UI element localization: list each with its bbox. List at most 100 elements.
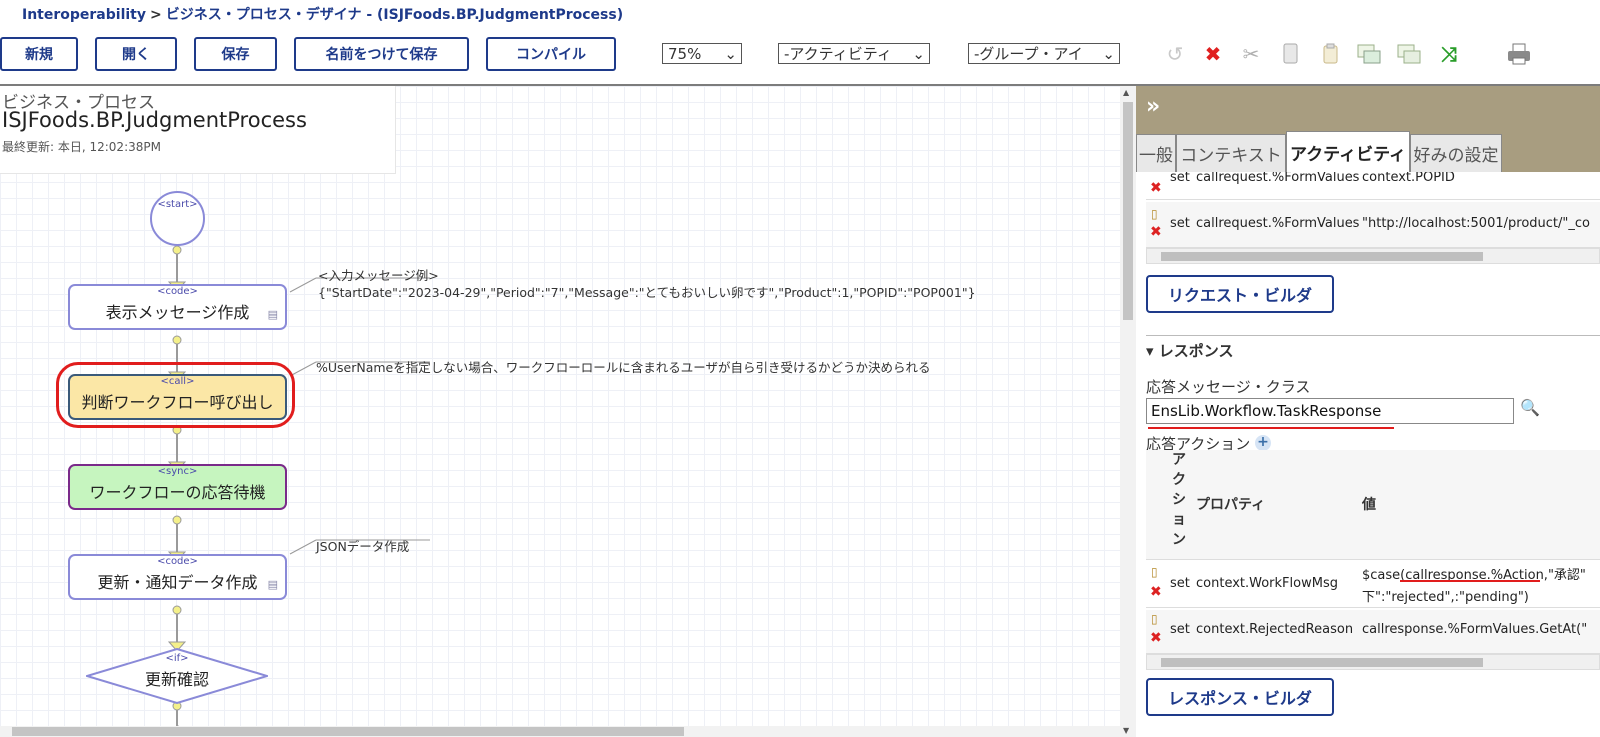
row-property: context.WorkFlowMsg (1196, 576, 1338, 591)
node-tag: <call> (160, 376, 195, 387)
request-action-row[interactable]: ▯ ✖ set callrequest.%FormValues "http://… (1146, 202, 1600, 248)
delete-icon[interactable]: ✖ (1200, 40, 1226, 68)
scrollbar-thumb[interactable] (1123, 102, 1133, 320)
row-value-line2: 下":"rejected",:"pending") (1362, 590, 1529, 605)
breadcrumb-separator: > (150, 7, 162, 23)
response-action-row[interactable]: ▯ ✖ set context.WorkFlowMsg $case(callre… (1146, 562, 1600, 608)
annotation-input-example: {"StartDate":"2023-04-29","Period":"7","… (318, 285, 976, 300)
group-select-value: -グループ・アイ (974, 45, 1083, 63)
activity-select-value: -アクティビティ (784, 45, 892, 63)
code-node-update-data[interactable]: <code> 更新・通知データ作成 ▤ (68, 554, 287, 600)
breadcrumb: Interoperability > ビジネス・プロセス・デザイナ - (ISJFo… (22, 4, 623, 24)
row-action: set (1170, 622, 1190, 637)
row-property: context.RejectedReason (1196, 622, 1354, 637)
row-action: set (1170, 216, 1190, 231)
scroll-up-icon[interactable]: ▲ (1123, 88, 1129, 97)
paste-icon[interactable] (1318, 40, 1344, 68)
sync-node-workflow-wait[interactable]: <sync> ワークフローの応答待機 (68, 464, 287, 510)
node-label: 更新・通知データ作成 (97, 573, 258, 592)
response-class-input[interactable]: EnsLib.Workflow.TaskResponse (1146, 398, 1514, 424)
save-button[interactable]: 保存 (194, 37, 277, 71)
properties-panel: » 一般 コンテキスト アクティビティ 好みの設定 ✖ set callrequ… (1136, 86, 1600, 737)
zoom-select[interactable]: 75% ⌄ (662, 43, 742, 64)
breadcrumb-suffix: - (ISJFoods.BP.JudgmentProcess) (366, 7, 624, 23)
row-property: callrequest.%FormValues (1196, 216, 1360, 231)
scroll-down-icon[interactable]: ▼ (1123, 726, 1129, 735)
node-label: 表示メッセージ作成 (105, 303, 250, 322)
node-label: 更新確認 (144, 670, 209, 689)
undo-icon[interactable]: ↺ (1162, 40, 1188, 68)
search-icon[interactable]: 🔍 (1520, 398, 1540, 417)
tab-preferences[interactable]: 好みの設定 (1410, 134, 1502, 172)
delete-row-icon[interactable]: ✖ (1150, 224, 1162, 240)
tab-activity[interactable]: アクティビティ (1286, 131, 1410, 172)
delete-row-icon[interactable]: ✖ (1150, 180, 1162, 196)
start-node-label: <start> (157, 199, 198, 210)
clipboard-icon[interactable]: ▯ (1151, 612, 1158, 626)
response-table-scrollbar[interactable] (1146, 654, 1600, 670)
shuffle-icon[interactable]: ⤨ (1436, 40, 1462, 68)
canvas-horizontal-scrollbar[interactable] (0, 726, 1120, 737)
document-icon: ▤ (267, 308, 278, 321)
delete-row-icon[interactable]: ✖ (1150, 630, 1162, 646)
request-builder-button[interactable]: リクエスト・ビルダ (1146, 275, 1334, 313)
response-section-toggle[interactable]: ▾ レスポンス (1146, 340, 1233, 361)
process-canvas[interactable]: ビジネス・プロセス ISJFoods.BP.JudgmentProcess 最終… (0, 86, 1120, 737)
column-property: プロパティ (1196, 497, 1266, 513)
row-action: set (1170, 576, 1190, 591)
section-divider (1146, 335, 1600, 336)
response-class-label: 応答メッセージ・クラス (1146, 378, 1311, 396)
code-node-display-message[interactable]: <code> 表示メッセージ作成 ▤ (68, 284, 287, 330)
breadcrumb-page[interactable]: ビジネス・プロセス・デザイナ (166, 7, 362, 23)
request-action-row[interactable]: ✖ set callrequest.%FormValues context.PO… (1146, 172, 1600, 200)
scrollbar-thumb[interactable] (1161, 252, 1483, 261)
request-table-scrollbar[interactable] (1146, 248, 1600, 264)
row-value: callresponse.%FormValues.GetAt(" (1362, 622, 1588, 637)
if-node-update-check[interactable]: <if> 更新確認 (86, 648, 268, 704)
canvas-vertical-scrollbar[interactable]: ▲ ▼ (1120, 86, 1136, 737)
new-button[interactable]: 新規 (0, 37, 78, 71)
node-label: ワークフローの応答待機 (89, 483, 266, 502)
response-table-header: アクション プロパティ 値 (1146, 450, 1600, 560)
tab-general[interactable]: 一般 (1136, 134, 1176, 172)
annotation-username-note: %UserNameを指定しない場合、ワークフローロールに含まれるユーザが自ら引き… (316, 360, 931, 375)
scrollbar-thumb[interactable] (1161, 658, 1483, 667)
chevron-down-icon: ⌄ (912, 44, 925, 63)
row-value: "http://localhost:5001/product/"_co (1362, 216, 1590, 231)
add-action-icon[interactable]: + (1255, 435, 1271, 451)
node-tag: <if> (165, 653, 189, 664)
chevron-down-icon: ⌄ (724, 44, 737, 63)
activity-select[interactable]: -アクティビティ ⌄ (778, 43, 930, 64)
compile-button[interactable]: コンパイル (486, 37, 616, 71)
group-select[interactable]: -グループ・アイ ⌄ (968, 43, 1120, 64)
response-action-row[interactable]: ▯ ✖ set context.RejectedReason callrespo… (1146, 610, 1600, 654)
response-builder-button[interactable]: レスポンス・ビルダ (1146, 678, 1334, 716)
node-tag: <sync> (157, 466, 198, 477)
scrollbar-thumb[interactable] (12, 727, 684, 736)
cut-icon[interactable]: ✂ (1238, 40, 1264, 68)
node-tag: <code> (157, 286, 198, 297)
ungroup-icon[interactable] (1396, 40, 1422, 68)
highlight-underline (1148, 427, 1394, 429)
chevron-down-icon: ⌄ (1102, 44, 1115, 63)
open-button[interactable]: 開く (95, 37, 177, 71)
group-icon[interactable] (1356, 40, 1382, 68)
panel-header: » 一般 コンテキスト アクティビティ 好みの設定 (1136, 86, 1600, 172)
breadcrumb-root-link[interactable]: Interoperability (22, 7, 146, 23)
collapse-panel-icon[interactable]: » (1146, 94, 1160, 119)
delete-row-icon[interactable]: ✖ (1150, 584, 1162, 600)
start-node[interactable]: <start> (150, 191, 205, 246)
print-icon[interactable] (1506, 40, 1532, 68)
clipboard-icon[interactable]: ▯ (1151, 207, 1158, 221)
column-action: アクション (1172, 452, 1186, 548)
copy-icon[interactable] (1278, 40, 1304, 68)
annotation-json-note: JSONデータ作成 (316, 539, 410, 554)
node-tag: <code> (157, 556, 198, 567)
save-as-button[interactable]: 名前をつけて保存 (294, 37, 469, 71)
call-node-judgment-workflow[interactable]: <call> 判断ワークフロー呼び出し (68, 374, 287, 420)
clipboard-icon[interactable]: ▯ (1151, 565, 1158, 579)
response-class-value: EnsLib.Workflow.TaskResponse (1151, 402, 1382, 420)
tab-context[interactable]: コンテキスト (1176, 134, 1286, 172)
row-value: context.POPID (1362, 172, 1455, 185)
row-property: callrequest.%FormValues (1196, 172, 1360, 185)
